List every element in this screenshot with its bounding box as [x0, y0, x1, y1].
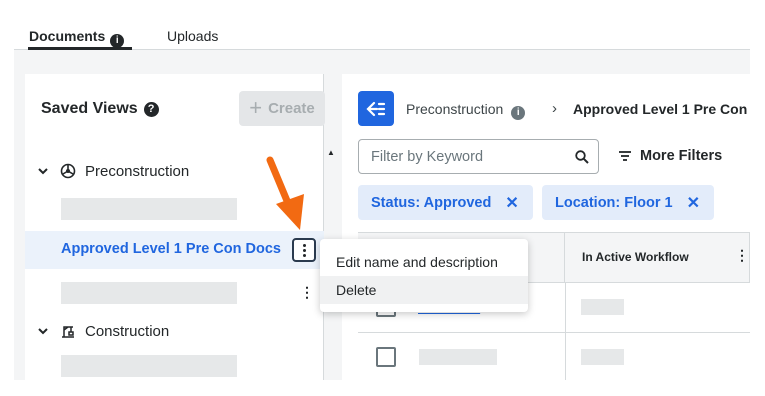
active-tab-indicator — [28, 47, 132, 50]
menu-item-edit[interactable]: Edit name and description — [320, 248, 528, 276]
tab-documents[interactable]: Documents i — [29, 28, 125, 48]
filter-chip-status: Status: Approved ✕ — [358, 185, 533, 220]
kebab-dot — [302, 248, 306, 252]
info-icon[interactable]: i — [511, 106, 526, 120]
annotation-arrow-icon — [266, 156, 304, 230]
column-header-label: In Active Workflow — [582, 250, 689, 264]
filter-icon — [619, 151, 631, 161]
chevron-down-icon[interactable] — [37, 165, 49, 177]
saved-view-label: Approved Level 1 Pre Con Docs — [61, 241, 281, 257]
create-button-label: Create — [268, 100, 315, 117]
chevron-down-icon[interactable] — [37, 325, 49, 337]
remove-filter-icon[interactable]: ✕ — [687, 193, 700, 213]
chevron-right-icon: › — [552, 100, 557, 117]
group-construction[interactable]: Construction — [25, 316, 324, 346]
kebab-icon[interactable]: ⋮ — [300, 284, 314, 300]
more-filters-label: More Filters — [640, 148, 723, 164]
tab-bar: Documents i Uploads — [14, 14, 750, 50]
search-icon — [575, 150, 589, 164]
collapse-left-icon — [366, 101, 386, 116]
filter-chip-location: Location: Floor 1 ✕ — [542, 185, 715, 220]
more-options-button[interactable] — [292, 238, 316, 262]
help-icon[interactable]: ? — [143, 102, 159, 117]
tab-documents-label: Documents — [29, 28, 106, 44]
saved-view-placeholder — [61, 198, 237, 220]
scrollbar-up-arrow[interactable]: ▲ — [327, 148, 335, 157]
row-checkbox[interactable] — [376, 347, 396, 367]
cell-placeholder — [581, 349, 624, 365]
row-divider — [358, 332, 750, 333]
kebab-dot — [302, 243, 306, 247]
breadcrumb-parent[interactable]: Preconstruction i — [406, 101, 526, 120]
crane-icon — [62, 326, 74, 338]
search-placeholder: Filter by Keyword — [371, 149, 484, 165]
saved-view-placeholder — [61, 355, 237, 377]
info-icon[interactable]: i — [110, 34, 125, 48]
blueprint-icon — [60, 163, 76, 179]
group-label: Construction — [85, 322, 170, 340]
documents-list-panel: Preconstruction i › Approved Level 1 Pre … — [342, 74, 750, 380]
more-filters-button[interactable]: More Filters — [618, 148, 722, 164]
saved-view-selected[interactable]: Approved Level 1 Pre Con Docs — [25, 231, 324, 269]
collapse-panel-button[interactable] — [358, 91, 394, 126]
create-button[interactable]: + Create — [239, 91, 325, 126]
group-label: Preconstruction — [85, 162, 190, 180]
keyword-search-input[interactable]: Filter by Keyword — [358, 139, 599, 174]
saved-view-context-menu: Edit name and description Delete — [320, 239, 528, 312]
kebab-dot — [302, 253, 306, 257]
cell-placeholder — [581, 299, 624, 315]
tab-uploads[interactable]: Uploads — [167, 28, 218, 44]
filter-chip-label: Location: Floor 1 — [555, 194, 673, 211]
breadcrumb-parent-label: Preconstruction — [406, 101, 504, 117]
cell-placeholder — [419, 349, 497, 365]
column-header-in-active-workflow[interactable]: In Active Workflow ⋮ — [565, 233, 750, 283]
remove-filter-icon[interactable]: ✕ — [505, 193, 518, 213]
documents-tool-frame: Documents i Uploads Saved Views? + Create… — [14, 14, 750, 380]
saved-view-placeholder — [61, 282, 237, 304]
saved-views-title: Saved Views — [41, 100, 138, 117]
filter-chip-label: Status: Approved — [371, 194, 492, 211]
menu-item-delete[interactable]: Delete — [320, 276, 528, 304]
breadcrumb-current: Approved Level 1 Pre Con — [573, 101, 748, 117]
plus-icon: + — [249, 94, 263, 120]
kebab-icon[interactable]: ⋮ — [735, 247, 749, 264]
saved-views-heading: Saved Views? — [41, 100, 159, 118]
